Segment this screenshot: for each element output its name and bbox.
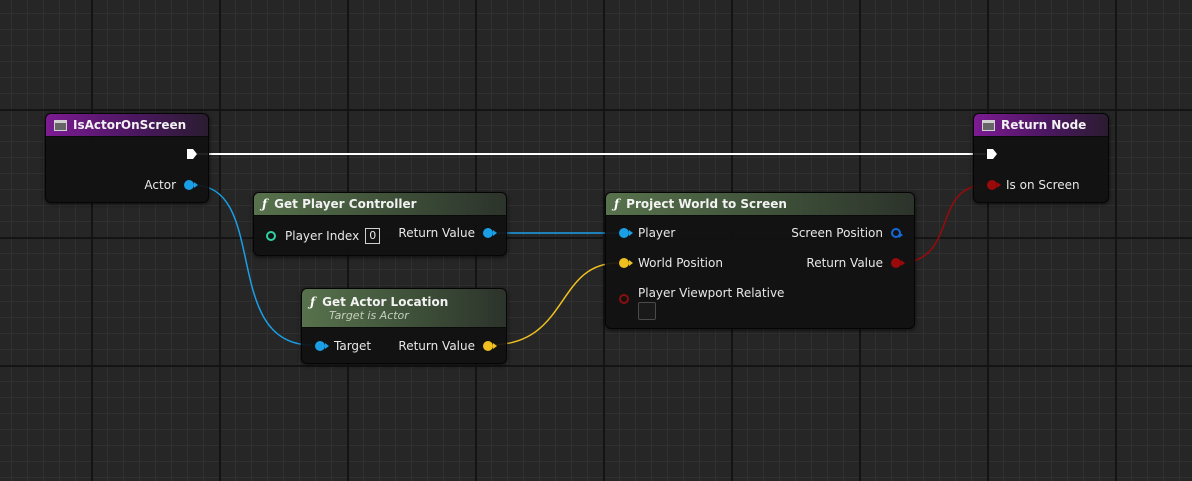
viewport-relative-pin[interactable]	[619, 294, 629, 304]
location-return-row: Return Value	[398, 339, 497, 353]
player-index-input[interactable]: 0	[365, 228, 381, 244]
exec-out-row	[186, 148, 198, 160]
world-position-row: World Position	[619, 256, 723, 270]
is-on-screen-row: Is on Screen	[987, 178, 1080, 192]
project-world-to-screen-title: Project World to Screen	[626, 197, 787, 211]
world-position-pin[interactable]	[619, 258, 633, 268]
get-actor-location-header[interactable]: ƒ Get Actor Location Target is Actor	[302, 289, 506, 328]
screen-position-row: Screen Position	[791, 226, 903, 240]
function-icon: ƒ	[614, 197, 620, 211]
get-actor-location-node[interactable]: ƒ Get Actor Location Target is Actor Tar…	[301, 288, 507, 364]
viewport-relative-row: Player Viewport Relative	[619, 286, 784, 320]
location-return-pin[interactable]	[483, 341, 497, 351]
actor-output-label: Actor	[144, 178, 176, 192]
controller-return-row: Return Value	[398, 226, 497, 240]
return-node[interactable]: Return Node Is on Screen	[973, 113, 1109, 203]
get-player-controller-title: Get Player Controller	[274, 197, 417, 211]
exec-in-pin[interactable]	[986, 148, 998, 160]
project-return-pin[interactable]	[891, 258, 905, 268]
entry-node[interactable]: IsActorOnScreen Actor	[45, 113, 209, 203]
player-index-row: Player Index 0	[266, 228, 381, 244]
actor-output-pin[interactable]	[184, 180, 198, 190]
project-world-to-screen-node[interactable]: ƒ Project World to Screen Player World P…	[605, 192, 915, 329]
viewport-relative-label: Player Viewport Relative	[638, 286, 785, 300]
exec-out-pin[interactable]	[186, 148, 198, 160]
project-world-to-screen-header[interactable]: ƒ Project World to Screen	[606, 193, 914, 216]
function-icon: ƒ	[262, 197, 268, 211]
player-input-label: Player	[638, 226, 676, 240]
get-player-controller-node[interactable]: ƒ Get Player Controller Player Index 0 R…	[253, 192, 507, 256]
event-icon	[982, 119, 995, 131]
location-wire	[489, 262, 619, 346]
return-node-header[interactable]: Return Node	[974, 114, 1108, 137]
actor-output-row: Actor	[144, 178, 198, 192]
entry-node-header[interactable]: IsActorOnScreen	[46, 114, 208, 137]
player-input-row: Player	[619, 226, 675, 240]
controller-return-pin[interactable]	[483, 228, 497, 238]
screen-position-label: Screen Position	[791, 226, 883, 240]
controller-return-label: Return Value	[398, 226, 475, 240]
return-node-title: Return Node	[1001, 118, 1087, 132]
target-row: Target	[315, 339, 371, 353]
exec-in-row	[986, 148, 998, 160]
target-pin[interactable]	[315, 341, 329, 351]
location-return-label: Return Value	[398, 339, 475, 353]
screen-position-pin[interactable]	[891, 228, 903, 238]
target-label: Target	[334, 339, 372, 353]
wire-layer	[192, 153, 987, 346]
function-icon: ƒ	[310, 294, 316, 309]
player-index-label: Player Index	[285, 229, 360, 243]
viewport-relative-checkbox[interactable]	[638, 302, 656, 320]
player-input-pin[interactable]	[619, 228, 633, 238]
is-on-screen-pin[interactable]	[987, 180, 1001, 190]
project-return-row: Return Value	[806, 256, 905, 270]
entry-node-title: IsActorOnScreen	[73, 118, 187, 132]
world-position-label: World Position	[638, 256, 723, 270]
get-player-controller-header[interactable]: ƒ Get Player Controller	[254, 193, 506, 216]
project-return-label: Return Value	[806, 256, 883, 270]
player-index-pin[interactable]	[266, 231, 276, 241]
event-icon	[54, 119, 67, 131]
get-actor-location-title: Get Actor Location	[322, 294, 449, 309]
get-actor-location-subtitle: Target is Actor	[329, 308, 409, 322]
is-on-screen-label: Is on Screen	[1006, 178, 1080, 192]
